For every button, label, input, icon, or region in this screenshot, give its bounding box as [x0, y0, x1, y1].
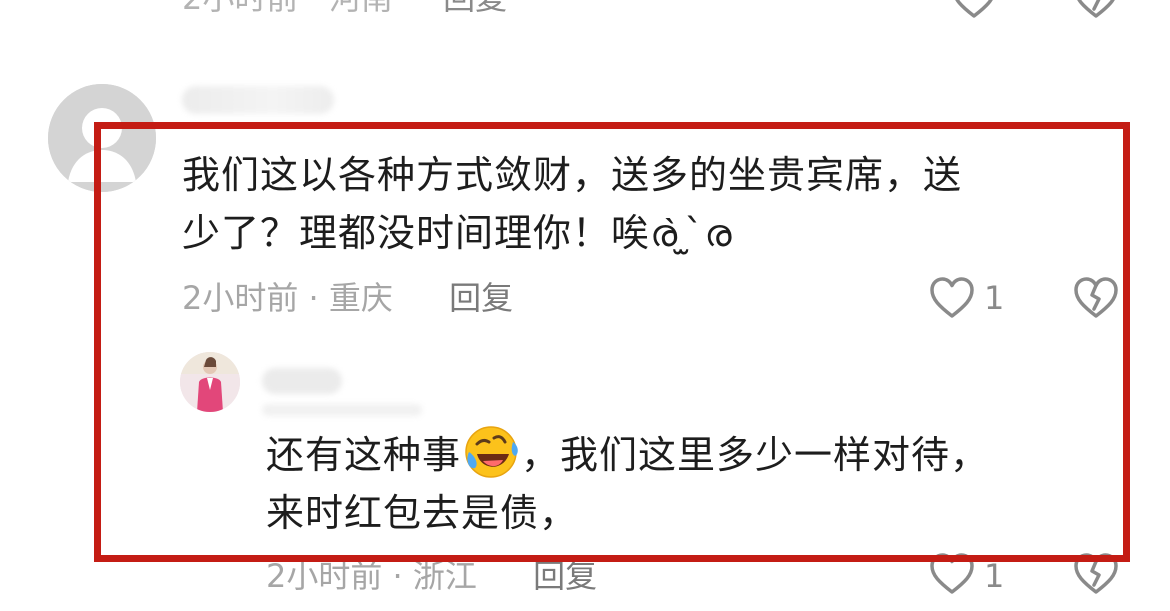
reply-dislike-button[interactable]: [1072, 552, 1120, 596]
reply-text-line-1-b: ，我们这里多少一样对待，: [521, 433, 990, 477]
comment-like-button[interactable]: [928, 276, 976, 320]
previous-comment-location: 河南: [329, 0, 393, 17]
default-user-icon: [48, 84, 156, 192]
previous-comment-reply-button[interactable]: 回复: [443, 0, 507, 17]
comment-text-line-2: 少了？理都没时间理你！唉ര̀ ̫ ̀ര: [182, 211, 733, 255]
reply-name-blurred[interactable]: [262, 368, 342, 394]
reply-subtitle-blurred: [262, 404, 422, 416]
commenter-name-blurred[interactable]: [182, 86, 334, 114]
rolling-laughing-emoji-icon: [465, 426, 518, 478]
reply-reply-button[interactable]: 回复: [533, 557, 597, 595]
reply-text-line-2: 来时红包去是债，: [266, 491, 579, 535]
broken-heart-icon: [1074, 277, 1118, 318]
comment-location: 重庆: [328, 279, 393, 317]
user-photo-icon: [180, 352, 240, 412]
comment-time: 2小时前: [182, 279, 299, 317]
reply-text-line-1: 还有这种事 ，我们这里多少一样对待，: [266, 424, 1126, 484]
comment-like-count: 1: [984, 279, 1005, 317]
previous-dislike-button[interactable]: [1072, 0, 1120, 20]
reply-avatar[interactable]: [180, 352, 240, 412]
comment-meta: 2小时前 · 重庆 回复: [182, 278, 513, 318]
reply-like-button[interactable]: [928, 552, 976, 596]
heart-outline-icon: [930, 553, 974, 594]
comment-dislike-button[interactable]: [1072, 276, 1120, 320]
heart-outline-icon: [955, 0, 993, 18]
previous-comment-time: 2小时前: [182, 0, 298, 17]
reply-time: 2小时前: [266, 557, 383, 595]
reply-text-line-1-a: 还有这种事: [266, 433, 462, 477]
reply-location: 浙江: [412, 557, 477, 595]
meta-separator: ·: [298, 279, 329, 317]
meta-separator: ·: [382, 557, 413, 595]
reply-like-count: 1: [984, 557, 1005, 595]
comment-text: 我们这以各种方式敛财，送多的坐贵宾席，送 少了？理都没时间理你！唉ര̀ ̫ ̀ര: [182, 146, 1102, 262]
previous-comment-meta: 2小时前 · 河南 回复: [182, 0, 507, 18]
heart-outline-icon: [930, 277, 974, 318]
comment-reply-button[interactable]: 回复: [449, 279, 513, 317]
broken-heart-icon: [1074, 553, 1118, 594]
previous-like-button[interactable]: [950, 0, 998, 20]
reply-text: 还有这种事 ，我们这里多少一样对待， 来时红包去是债，: [266, 424, 1126, 542]
comment-text-line-1: 我们这以各种方式敛财，送多的坐贵宾席，送: [182, 153, 963, 197]
broken-heart-icon: [1077, 0, 1115, 18]
commenter-avatar[interactable]: [48, 84, 156, 192]
reply-meta: 2小时前 · 浙江 回复: [266, 556, 597, 596]
